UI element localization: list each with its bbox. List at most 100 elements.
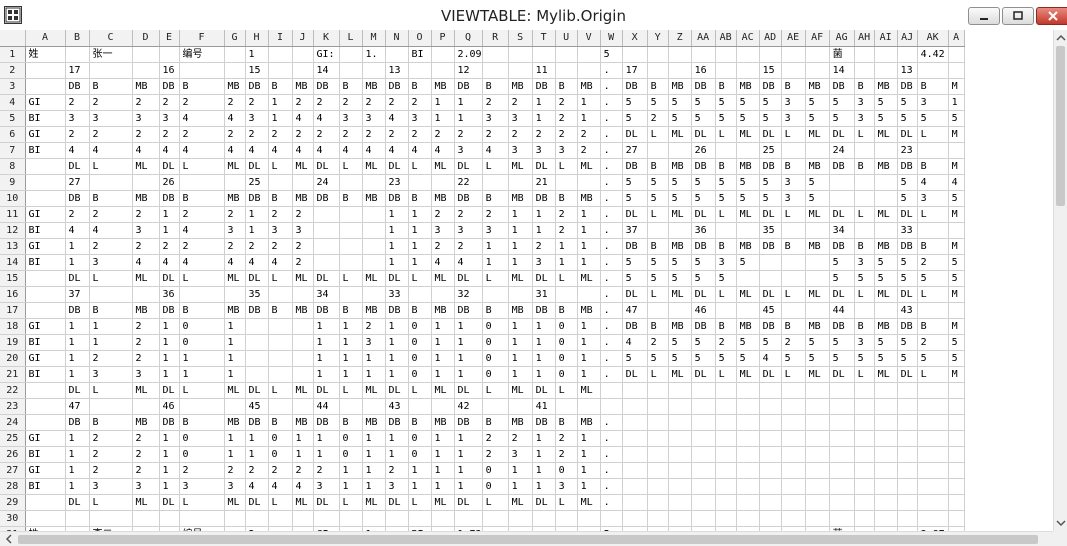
table-cell[interactable]: 3 [132,222,160,239]
table-cell[interactable]: 4 [431,142,455,159]
table-cell[interactable]: 2 [89,446,133,463]
table-cell[interactable] [668,222,692,239]
table-cell[interactable]: B [408,414,432,431]
table-cell[interactable] [917,222,949,239]
column-header[interactable]: AH [854,30,875,47]
table-cell[interactable]: GI [25,126,66,143]
table-cell[interactable]: 0 [482,478,509,495]
table-cell[interactable]: 5 [854,350,875,367]
table-cell[interactable]: 0 [268,430,293,447]
table-cell[interactable] [805,382,830,399]
table-cell[interactable] [65,46,90,63]
table-cell[interactable]: DL [159,270,180,287]
table-cell[interactable]: MB [431,302,455,319]
table-cell[interactable] [362,510,386,527]
table-cell[interactable]: 2 [65,126,90,143]
table-cell[interactable] [577,510,601,527]
table-cell[interactable]: MB [292,78,314,95]
column-header[interactable]: I [268,30,293,47]
table-cell[interactable]: 2 [555,206,578,223]
table-cell[interactable]: DB [159,414,180,431]
table-cell[interactable]: 5 [668,350,692,367]
table-cell[interactable]: 2 [89,238,133,255]
table-cell[interactable] [948,398,965,415]
table-cell[interactable]: 25 [245,174,269,191]
table-cell[interactable]: ML [431,494,455,511]
table-cell[interactable]: 2 [508,430,533,447]
table-cell[interactable]: 2 [577,142,601,159]
table-cell[interactable]: ML [736,126,760,143]
table-cell[interactable]: 1 [508,478,533,495]
row-number[interactable]: 23 [0,398,26,415]
column-header[interactable]: AC [736,30,760,47]
table-cell[interactable]: 1 [385,222,409,239]
table-cell[interactable]: 0 [179,430,225,447]
column-header[interactable]: V [577,30,601,47]
table-cell[interactable]: 1 [577,478,601,495]
table-cell[interactable] [715,142,737,159]
table-cell[interactable]: DL [385,158,409,175]
maximize-button[interactable] [1002,7,1034,25]
table-cell[interactable]: 3 [339,110,363,127]
table-cell[interactable]: DL [759,286,782,303]
row-number[interactable]: 4 [0,94,26,111]
table-cell[interactable]: 5 [917,350,949,367]
table-cell[interactable]: 1 [179,366,225,383]
table-cell[interactable]: 5 [805,174,830,191]
table-cell[interactable]: . [600,478,623,495]
table-cell[interactable]: ML [292,158,314,175]
table-cell[interactable]: MB [668,318,692,335]
table-cell[interactable]: 2 [245,238,269,255]
table-cell[interactable] [805,270,830,287]
table-cell[interactable]: . [600,174,623,191]
table-cell[interactable] [736,510,760,527]
table-cell[interactable]: DL [829,126,855,143]
table-cell[interactable]: B [647,318,669,335]
table-cell[interactable] [339,222,363,239]
table-cell[interactable] [647,222,669,239]
column-header[interactable]: R [482,30,509,47]
table-cell[interactable]: 4 [292,110,314,127]
table-cell[interactable] [647,302,669,319]
table-cell[interactable] [691,414,716,431]
table-cell[interactable]: 5 [805,350,830,367]
table-cell[interactable]: BI [25,446,66,463]
table-cell[interactable]: 2 [313,126,340,143]
table-cell[interactable]: 5 [897,110,918,127]
table-cell[interactable]: B [555,302,578,319]
table-cell[interactable] [897,398,918,415]
table-cell[interactable]: MB [224,78,246,95]
table-cell[interactable]: 1 [431,350,455,367]
table-cell[interactable]: 1 [454,430,483,447]
table-cell[interactable]: MB [874,158,898,175]
table-cell[interactable] [781,510,806,527]
table-cell[interactable]: 5 [805,334,830,351]
table-cell[interactable]: B [89,414,133,431]
table-cell[interactable] [781,414,806,431]
table-cell[interactable]: B [482,414,509,431]
table-cell[interactable]: . [600,302,623,319]
table-cell[interactable]: DL [159,158,180,175]
table-cell[interactable] [691,462,716,479]
table-cell[interactable] [874,46,898,63]
table-cell[interactable] [268,46,293,63]
table-cell[interactable]: 1 [577,94,601,111]
table-cell[interactable]: 5 [917,270,949,287]
table-cell[interactable] [948,446,965,463]
table-cell[interactable]: DL [385,270,409,287]
table-cell[interactable] [854,62,875,79]
table-cell[interactable] [268,318,293,335]
table-cell[interactable]: L [781,206,806,223]
table-cell[interactable]: 2 [292,238,314,255]
table-cell[interactable]: 36 [159,286,180,303]
table-cell[interactable]: 4 [89,222,133,239]
table-cell[interactable]: B [89,302,133,319]
row-number[interactable]: 16 [0,286,26,303]
table-cell[interactable] [874,494,898,511]
table-cell[interactable] [647,142,669,159]
table-cell[interactable] [245,510,269,527]
table-cell[interactable]: . [600,494,623,511]
table-cell[interactable] [829,382,855,399]
table-cell[interactable] [532,46,556,63]
table-cell[interactable]: 4 [65,142,90,159]
